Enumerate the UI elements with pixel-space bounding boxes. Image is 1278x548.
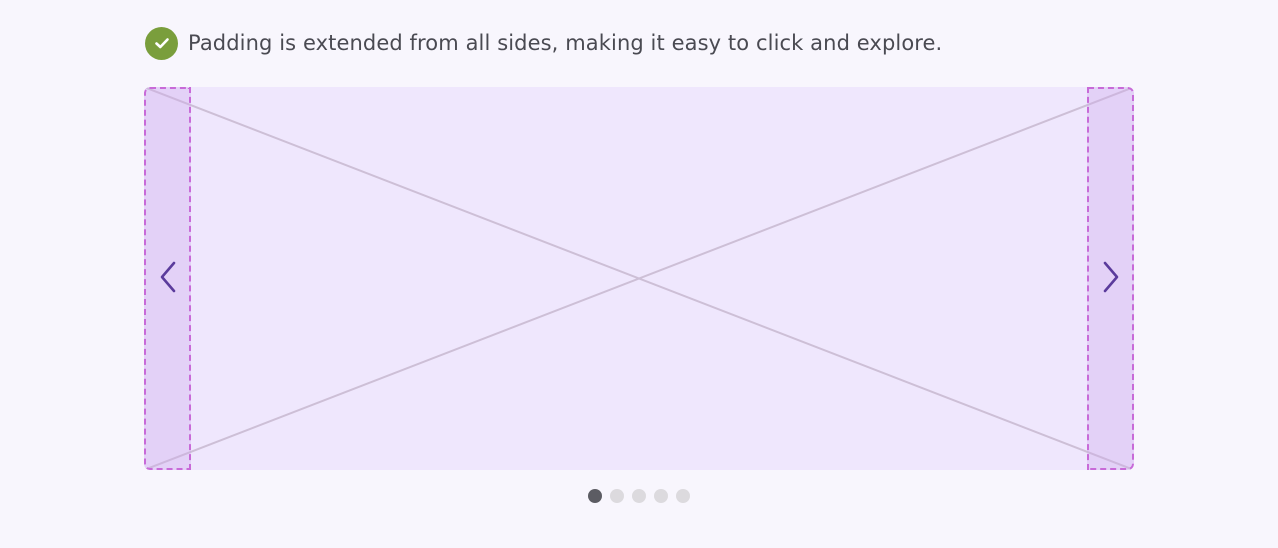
chevron-left-icon — [157, 260, 179, 298]
pagination-dots — [588, 489, 690, 503]
next-slide-button[interactable] — [1087, 87, 1134, 470]
chevron-right-icon — [1100, 260, 1122, 298]
pagination-dot-5[interactable] — [676, 489, 690, 503]
pagination-dot-4[interactable] — [654, 489, 668, 503]
pagination-dot-1[interactable] — [588, 489, 602, 503]
check-circle-icon — [145, 26, 178, 60]
carousel — [144, 87, 1134, 470]
image-placeholder — [144, 87, 1134, 470]
note-text: Padding is extended from all sides, maki… — [188, 31, 943, 55]
pagination-dot-3[interactable] — [632, 489, 646, 503]
info-note: Padding is extended from all sides, maki… — [145, 26, 942, 60]
page: Padding is extended from all sides, maki… — [0, 0, 1278, 548]
pagination-dot-2[interactable] — [610, 489, 624, 503]
previous-slide-button[interactable] — [144, 87, 191, 470]
